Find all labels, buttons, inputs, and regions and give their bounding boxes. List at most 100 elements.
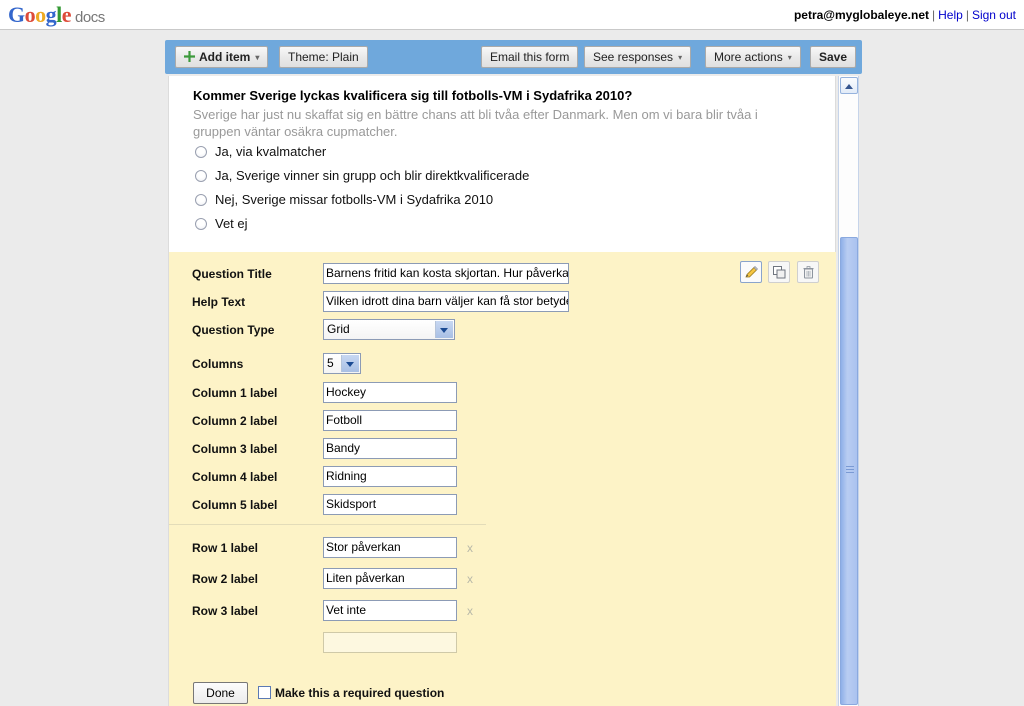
logo-letter-g2: g bbox=[45, 2, 57, 27]
theme-button[interactable]: Theme: Plain bbox=[279, 46, 368, 68]
sign-out-link[interactable]: Sign out bbox=[972, 8, 1016, 22]
preview-option-1[interactable]: Ja, via kvalmatcher bbox=[195, 144, 326, 159]
scrollbar-grip-icon bbox=[846, 466, 854, 475]
preview-option-2[interactable]: Ja, Sverige vinner sin grupp och blir di… bbox=[195, 168, 529, 183]
add-item-button[interactable]: Add item ▾ bbox=[175, 46, 269, 68]
column-3-input[interactable]: Bandy bbox=[323, 438, 457, 459]
chevron-down-icon: ▾ bbox=[787, 52, 792, 62]
required-question-label: Make this a required question bbox=[275, 686, 445, 700]
see-responses-button[interactable]: See responses ▾ bbox=[584, 46, 692, 68]
column-4-input[interactable]: Ridning bbox=[323, 466, 457, 487]
preview-question-title: Kommer Sverige lyckas kvalificera sig ti… bbox=[193, 88, 633, 103]
logo-letter-g: G bbox=[8, 2, 25, 27]
row-1-label: Row 1 label bbox=[192, 541, 259, 555]
vertical-scrollbar[interactable] bbox=[838, 76, 859, 706]
column-1-label: Column 1 label bbox=[192, 386, 278, 400]
chevron-down-icon: ▾ bbox=[678, 52, 683, 62]
row-2-input[interactable]: Liten påverkan bbox=[323, 568, 457, 589]
columns-select[interactable]: 5 bbox=[323, 353, 361, 374]
field-row-help-text: Help Text Vilken idrott dina barn väljer… bbox=[169, 291, 836, 313]
account-email: petra@myglobaleye.net bbox=[793, 8, 930, 22]
remove-row-3-link[interactable]: x bbox=[467, 600, 473, 622]
more-actions-button[interactable]: More actions ▾ bbox=[705, 46, 801, 68]
field-row-question-title: Question Title Barnens fritid kan kosta … bbox=[169, 263, 836, 285]
chevron-down-icon bbox=[341, 355, 359, 372]
google-docs-logo[interactable]: Google docs bbox=[8, 4, 105, 29]
column-1-input[interactable]: Hockey bbox=[323, 382, 457, 403]
question-title-label: Question Title bbox=[192, 267, 272, 281]
row-1-input[interactable]: Stor påverkan bbox=[323, 537, 457, 558]
radio-button-icon[interactable] bbox=[195, 194, 207, 206]
scroll-up-arrow-icon[interactable] bbox=[840, 77, 858, 94]
form-preview-panel: Kommer Sverige lyckas kvalificera sig ti… bbox=[168, 76, 836, 252]
help-text-input[interactable]: Vilken idrott dina barn väljer kan få st… bbox=[323, 291, 569, 312]
radio-button-icon[interactable] bbox=[195, 146, 207, 158]
preview-question-help-text: Sverige har just nu skaffat sig en bättr… bbox=[193, 107, 758, 139]
field-row-column-4: Column 4 label Ridning bbox=[169, 466, 836, 488]
preview-option-label: Vet ej bbox=[215, 216, 248, 231]
remove-row-2-link[interactable]: x bbox=[467, 568, 473, 590]
question-title-input[interactable]: Barnens fritid kan kosta skjortan. Hur p… bbox=[323, 263, 569, 284]
column-4-label: Column 4 label bbox=[192, 470, 278, 484]
section-divider bbox=[169, 524, 486, 525]
column-3-label: Column 3 label bbox=[192, 442, 278, 456]
row-2-label: Row 2 label bbox=[192, 572, 259, 586]
field-row-column-5: Column 5 label Skidsport bbox=[169, 494, 836, 516]
plus-icon bbox=[184, 51, 195, 62]
page-background-left bbox=[0, 31, 165, 706]
page-background-right bbox=[860, 31, 1024, 706]
new-row-input[interactable] bbox=[323, 632, 457, 653]
chevron-down-icon bbox=[435, 321, 453, 338]
preview-option-4[interactable]: Vet ej bbox=[195, 216, 248, 231]
preview-option-label: Nej, Sverige missar fotbolls-VM i Sydafr… bbox=[215, 192, 494, 207]
email-this-form-label: Email this form bbox=[490, 50, 570, 64]
see-responses-label: See responses bbox=[593, 50, 674, 64]
column-5-label: Column 5 label bbox=[192, 498, 278, 512]
logo-letter-e: e bbox=[61, 2, 72, 27]
preview-option-label: Ja, Sverige vinner sin grupp och blir di… bbox=[215, 168, 530, 183]
field-row-row-2: Row 2 label Liten påverkan x bbox=[169, 568, 836, 590]
field-row-row-3: Row 3 label Vet inte x bbox=[169, 600, 836, 622]
question-type-label: Question Type bbox=[192, 323, 275, 337]
radio-button-icon[interactable] bbox=[195, 170, 207, 182]
add-item-label: Add item bbox=[199, 50, 251, 64]
save-label: Save bbox=[819, 50, 848, 64]
field-row-column-2: Column 2 label Fotboll bbox=[169, 410, 836, 432]
more-actions-label: More actions bbox=[714, 50, 783, 64]
logo-letter-o2: o bbox=[35, 2, 46, 27]
field-row-row-1: Row 1 label Stor påverkan x bbox=[169, 537, 836, 559]
done-button[interactable]: Done bbox=[193, 682, 248, 704]
chevron-down-icon: ▾ bbox=[255, 52, 260, 62]
done-label: Done bbox=[206, 686, 235, 700]
column-2-label: Column 2 label bbox=[192, 414, 278, 428]
theme-label: Theme: Plain bbox=[288, 50, 359, 64]
help-link[interactable]: Help bbox=[938, 8, 963, 22]
remove-row-1-link[interactable]: x bbox=[467, 537, 473, 559]
row-3-input[interactable]: Vet inte bbox=[323, 600, 457, 621]
columns-value: 5 bbox=[327, 356, 334, 370]
account-separator-2: | bbox=[965, 8, 969, 22]
question-type-value: Grid bbox=[327, 322, 350, 336]
field-row-new-row bbox=[169, 632, 836, 654]
account-bar: petra@myglobaleye.net | Help | Sign out bbox=[794, 8, 1016, 22]
save-button[interactable]: Save bbox=[810, 46, 857, 68]
field-row-columns: Columns 5 bbox=[169, 353, 836, 375]
required-question-checkbox[interactable] bbox=[258, 686, 271, 699]
scrollbar-thumb[interactable] bbox=[840, 237, 858, 705]
columns-label: Columns bbox=[192, 357, 244, 371]
field-row-column-3: Column 3 label Bandy bbox=[169, 438, 836, 460]
field-row-question-type: Question Type Grid bbox=[169, 319, 836, 341]
product-name: docs bbox=[75, 9, 105, 26]
radio-button-icon[interactable] bbox=[195, 218, 207, 230]
preview-option-3[interactable]: Nej, Sverige missar fotbolls-VM i Sydafr… bbox=[195, 192, 493, 207]
question-editor-panel: Question Title Barnens fritid kan kosta … bbox=[168, 252, 836, 706]
question-type-select[interactable]: Grid bbox=[323, 319, 455, 340]
form-toolbar: Add item ▾ Theme: Plain Email this form S… bbox=[165, 40, 862, 74]
column-5-input[interactable]: Skidsport bbox=[323, 494, 457, 515]
preview-option-label: Ja, via kvalmatcher bbox=[215, 144, 327, 159]
column-2-input[interactable]: Fotboll bbox=[323, 410, 457, 431]
row-3-label: Row 3 label bbox=[192, 604, 259, 618]
logo-letter-o1: o bbox=[24, 2, 36, 27]
email-this-form-button[interactable]: Email this form bbox=[481, 46, 579, 68]
top-bar: Google docs petra@myglobaleye.net | Help | Si… bbox=[0, 0, 1024, 30]
